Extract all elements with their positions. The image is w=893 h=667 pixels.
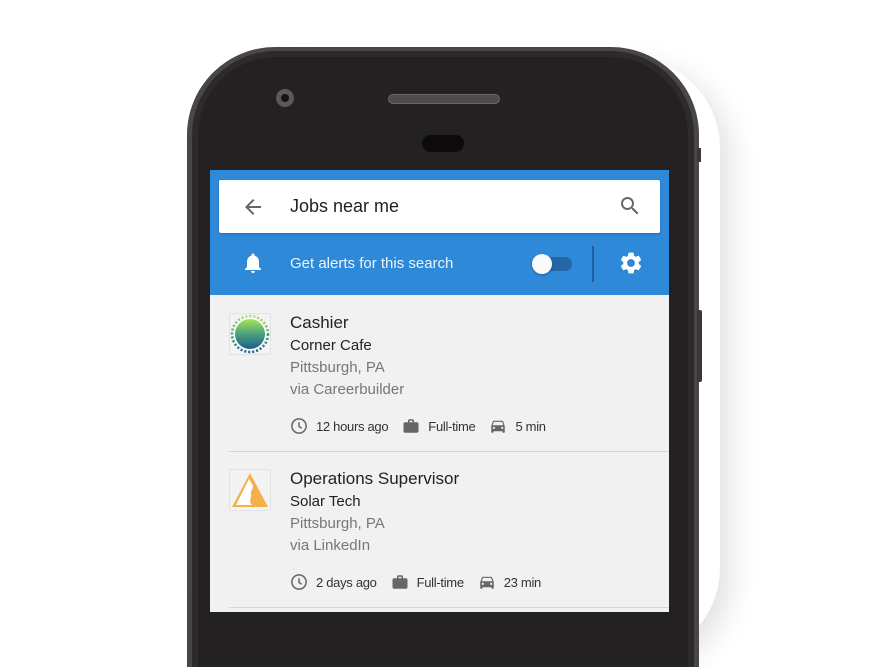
clock-icon bbox=[291, 418, 307, 434]
job-title: Cashier bbox=[290, 313, 349, 332]
commute-time: 23 min bbox=[503, 574, 542, 590]
green-sun-badge-logo-icon bbox=[230, 314, 270, 354]
phone-screen: Jobs near me Get alerts for this search bbox=[210, 170, 669, 612]
job-source: via LinkedIn bbox=[290, 537, 371, 554]
search-bar[interactable]: Jobs near me bbox=[219, 180, 660, 233]
search-input[interactable]: Jobs near me bbox=[290, 196, 399, 217]
app-bar: Jobs near me Get alerts for this search bbox=[210, 170, 669, 295]
job-location: Pittsburgh, PA bbox=[290, 359, 385, 376]
orange-triangle-logo-icon bbox=[232, 473, 268, 507]
car-icon bbox=[480, 576, 494, 589]
power-button bbox=[697, 310, 702, 382]
employment-type: Full-time bbox=[416, 574, 464, 590]
posted-time: 12 hours ago bbox=[316, 418, 389, 434]
alerts-row: Get alerts for this search bbox=[210, 244, 669, 284]
job-title: Operations Supervisor bbox=[290, 469, 460, 488]
bell-icon bbox=[245, 253, 261, 273]
commute-time: 5 min bbox=[515, 418, 546, 434]
job-source: via Careerbuilder bbox=[290, 381, 405, 398]
posted-time: 2 days ago bbox=[316, 574, 377, 590]
proximity-sensor bbox=[422, 135, 464, 152]
clock-icon bbox=[291, 574, 307, 590]
job-meta: 2 days ago Full-time 23 min bbox=[290, 572, 555, 592]
job-meta: 12 hours ago Full-time 5 min bbox=[290, 416, 560, 436]
job-listing[interactable]: Cashier Corner Cafe Pittsburgh, PA via C… bbox=[210, 296, 669, 452]
company-logo bbox=[229, 469, 271, 511]
toggle-thumb bbox=[532, 254, 552, 274]
employment-type: Full-time bbox=[428, 418, 476, 434]
job-listing[interactable]: Operations Supervisor Solar Tech Pittsbu… bbox=[210, 452, 669, 608]
list-divider bbox=[229, 607, 669, 608]
earpiece-speaker bbox=[388, 94, 500, 104]
divider bbox=[592, 246, 594, 282]
gear-icon[interactable] bbox=[618, 250, 644, 276]
alerts-label: Get alerts for this search bbox=[290, 255, 454, 272]
car-icon bbox=[491, 420, 506, 433]
company-logo bbox=[229, 313, 271, 355]
search-icon[interactable] bbox=[618, 194, 642, 218]
alerts-toggle[interactable] bbox=[532, 254, 574, 274]
job-location: Pittsburgh, PA bbox=[290, 515, 385, 532]
arrow-back-icon[interactable] bbox=[241, 195, 265, 219]
briefcase-icon bbox=[403, 419, 419, 433]
side-notch bbox=[697, 148, 701, 162]
briefcase-icon bbox=[392, 575, 408, 589]
company-name: Solar Tech bbox=[290, 493, 361, 510]
front-camera bbox=[276, 89, 294, 107]
company-name: Corner Cafe bbox=[290, 337, 372, 354]
